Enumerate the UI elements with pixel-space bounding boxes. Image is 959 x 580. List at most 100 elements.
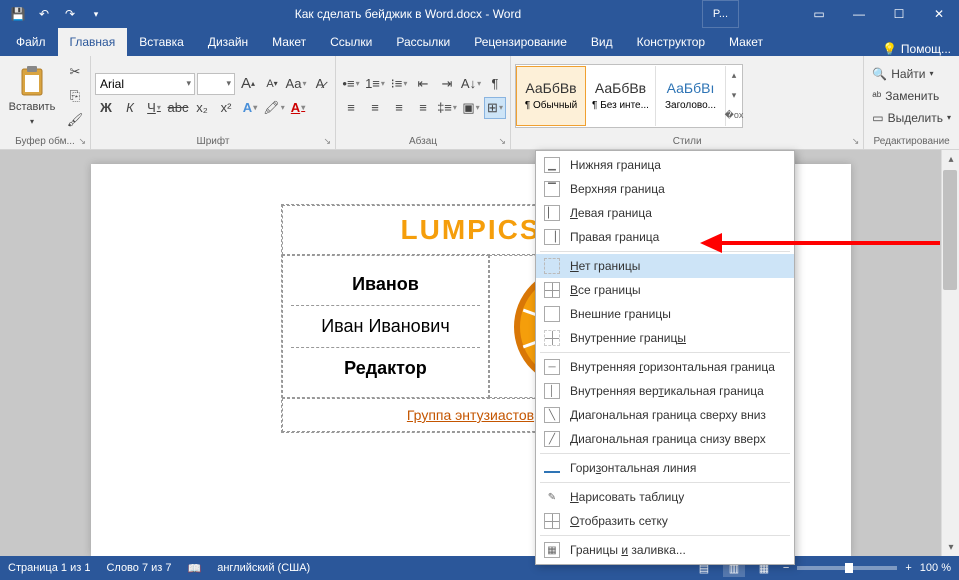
border-right-item[interactable]: ▕Правая граница bbox=[536, 225, 794, 249]
border-none-item[interactable]: Нет границы bbox=[536, 254, 794, 278]
grow-font-icon[interactable]: A▴ bbox=[237, 73, 259, 95]
change-case-icon[interactable]: Aa bbox=[285, 73, 307, 95]
zoom-level[interactable]: 100 % bbox=[920, 562, 951, 574]
clipboard-launcher-icon[interactable]: ↘ bbox=[78, 136, 86, 147]
tab-layout[interactable]: Макет bbox=[260, 28, 318, 56]
tab-view[interactable]: Вид bbox=[579, 28, 625, 56]
role-cell[interactable]: Редактор bbox=[291, 348, 481, 389]
undo-icon[interactable]: ↶ bbox=[32, 2, 56, 26]
style-normal[interactable]: АаБбВв ¶ Обычный bbox=[516, 66, 586, 126]
footer-link[interactable]: Группа энтузиастов bbox=[407, 407, 534, 423]
decrease-indent-icon[interactable]: ⇤ bbox=[412, 73, 434, 95]
sort-icon[interactable]: A↓ bbox=[460, 73, 482, 95]
text-effects-icon[interactable]: A bbox=[239, 97, 261, 119]
redo-icon[interactable]: ↷ bbox=[58, 2, 82, 26]
cut-icon[interactable]: ✂ bbox=[64, 61, 86, 83]
select-button[interactable]: ▭Выделить ▾ bbox=[872, 108, 951, 128]
border-left-item[interactable]: ▏Левая граница bbox=[536, 201, 794, 225]
zoom-slider[interactable] bbox=[797, 566, 897, 570]
horizontal-line-item[interactable]: Горизонтальная линия bbox=[536, 456, 794, 480]
show-marks-icon[interactable]: ¶ bbox=[484, 73, 506, 95]
surname-cell[interactable]: Иванов bbox=[291, 264, 481, 306]
borders-icon[interactable]: ⊞ bbox=[484, 97, 506, 119]
border-top-item[interactable]: ▔Верхняя граница bbox=[536, 177, 794, 201]
replace-button[interactable]: ᵃᵇЗаменить bbox=[872, 86, 951, 106]
status-language[interactable]: английский (США) bbox=[217, 562, 310, 574]
tab-insert[interactable]: Вставка bbox=[127, 28, 196, 56]
scroll-thumb[interactable] bbox=[943, 170, 957, 290]
tab-design[interactable]: Дизайн bbox=[196, 28, 260, 56]
border-outside-item[interactable]: Внешние границы bbox=[536, 302, 794, 326]
draw-table-item[interactable]: ✎Нарисовать таблицу bbox=[536, 485, 794, 509]
save-icon[interactable]: 💾 bbox=[6, 2, 30, 26]
paragraph-launcher-icon[interactable]: ↘ bbox=[498, 136, 506, 147]
find-button[interactable]: 🔍Найти ▾ bbox=[872, 64, 951, 84]
scroll-up-icon[interactable]: ▴ bbox=[942, 150, 959, 168]
name-cell[interactable]: Иван Иванович bbox=[291, 306, 481, 348]
align-right-icon[interactable]: ≡ bbox=[388, 97, 410, 119]
line-spacing-icon[interactable]: ‡≡ bbox=[436, 97, 458, 119]
paste-button[interactable]: Вставить ▾ bbox=[4, 59, 60, 133]
view-gridlines-item[interactable]: Отобразить сетку bbox=[536, 509, 794, 533]
numbering-icon[interactable]: 1≡ bbox=[364, 73, 386, 95]
minimize-icon[interactable]: — bbox=[839, 0, 879, 28]
status-words[interactable]: Слово 7 из 7 bbox=[106, 562, 171, 574]
document-scroll[interactable]: LUMPICS Иванов Иван Иванович Редактор bbox=[0, 150, 941, 556]
maximize-icon[interactable]: ☐ bbox=[879, 0, 919, 28]
border-diag-down-item[interactable]: ╲Диагональная граница сверху вниз bbox=[536, 403, 794, 427]
tab-home[interactable]: Главная bbox=[58, 28, 128, 56]
tell-me-search[interactable]: 💡 Помощ... bbox=[882, 42, 951, 56]
bullets-icon[interactable]: •≡ bbox=[340, 73, 362, 95]
subscript-icon[interactable]: x₂ bbox=[191, 97, 213, 119]
multilevel-icon[interactable]: ⁝≡ bbox=[388, 73, 410, 95]
status-page[interactable]: Страница 1 из 1 bbox=[8, 562, 90, 574]
gallery-down-icon[interactable]: ▾ bbox=[726, 86, 742, 106]
highlight-icon[interactable]: 🖍 bbox=[263, 97, 285, 119]
justify-icon[interactable]: ≡ bbox=[412, 97, 434, 119]
border-diag-up-item[interactable]: ╱Диагональная граница снизу вверх bbox=[536, 427, 794, 451]
scroll-down-icon[interactable]: ▾ bbox=[942, 538, 959, 556]
superscript-icon[interactable]: x² bbox=[215, 97, 237, 119]
bold-button[interactable]: Ж bbox=[95, 97, 117, 119]
zoom-in-icon[interactable]: + bbox=[905, 562, 911, 574]
tab-file[interactable]: Файл bbox=[4, 28, 58, 56]
increase-indent-icon[interactable]: ⇥ bbox=[436, 73, 458, 95]
tab-mailings[interactable]: Рассылки bbox=[384, 28, 462, 56]
style-no-spacing[interactable]: АаБбВв ¶ Без инте... bbox=[586, 66, 656, 126]
user-badge[interactable]: P... bbox=[702, 0, 739, 28]
border-inside-h-item[interactable]: ─Внутренняя горизонтальная граница bbox=[536, 355, 794, 379]
font-size-combo[interactable] bbox=[197, 73, 235, 95]
styles-launcher-icon[interactable]: ↘ bbox=[852, 136, 860, 147]
border-inside-item[interactable]: Внутренние границы bbox=[536, 326, 794, 350]
borders-shading-item[interactable]: ▦Границы и заливка... bbox=[536, 538, 794, 562]
clear-format-icon[interactable]: A̷ bbox=[309, 73, 331, 95]
italic-button[interactable]: К bbox=[119, 97, 141, 119]
border-all-item[interactable]: Все границы bbox=[536, 278, 794, 302]
tab-review[interactable]: Рецензирование bbox=[462, 28, 579, 56]
brand-text[interactable]: LUMPICS bbox=[401, 214, 541, 246]
tab-table-layout[interactable]: Макет bbox=[717, 28, 775, 56]
vertical-scrollbar[interactable]: ▴ ▾ bbox=[941, 150, 959, 556]
tab-table-design[interactable]: Конструктор bbox=[625, 28, 717, 56]
align-center-icon[interactable]: ≡ bbox=[364, 97, 386, 119]
border-inside-v-item[interactable]: │Внутренняя вертикальная граница bbox=[536, 379, 794, 403]
shrink-font-icon[interactable]: A▾ bbox=[261, 73, 283, 95]
tab-references[interactable]: Ссылки bbox=[318, 28, 384, 56]
qat-customize-icon[interactable]: ▾ bbox=[84, 2, 108, 26]
align-left-icon[interactable]: ≡ bbox=[340, 97, 362, 119]
gallery-up-icon[interactable]: ▴ bbox=[726, 66, 742, 86]
font-name-combo[interactable]: Arial bbox=[95, 73, 195, 95]
border-bottom-item[interactable]: ▁Нижняя граница bbox=[536, 153, 794, 177]
shading-icon[interactable]: ▣ bbox=[460, 97, 482, 119]
style-heading1[interactable]: АаБбВı Заголово... bbox=[656, 66, 726, 126]
font-launcher-icon[interactable]: ↘ bbox=[323, 136, 331, 147]
gallery-expand-icon[interactable]: �ox bbox=[726, 106, 742, 126]
font-color-icon[interactable]: A bbox=[287, 97, 309, 119]
format-painter-icon[interactable]: 🖌 bbox=[64, 109, 86, 131]
status-proofing-icon[interactable]: 📖 bbox=[188, 562, 202, 575]
close-icon[interactable]: ✕ bbox=[919, 0, 959, 28]
ribbon-options-icon[interactable]: ▭ bbox=[799, 0, 839, 28]
strike-button[interactable]: abc bbox=[167, 97, 189, 119]
underline-button[interactable]: Ч bbox=[143, 97, 165, 119]
copy-icon[interactable]: ⎘ bbox=[64, 85, 86, 107]
